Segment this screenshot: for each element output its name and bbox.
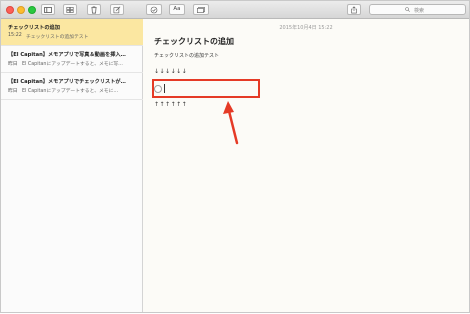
notes-window: Aa 検索 チェックリストの追加 15:22 チェックリストの追加テスト 【El… [0,0,470,313]
annotation-arrow-icon [223,101,239,145]
